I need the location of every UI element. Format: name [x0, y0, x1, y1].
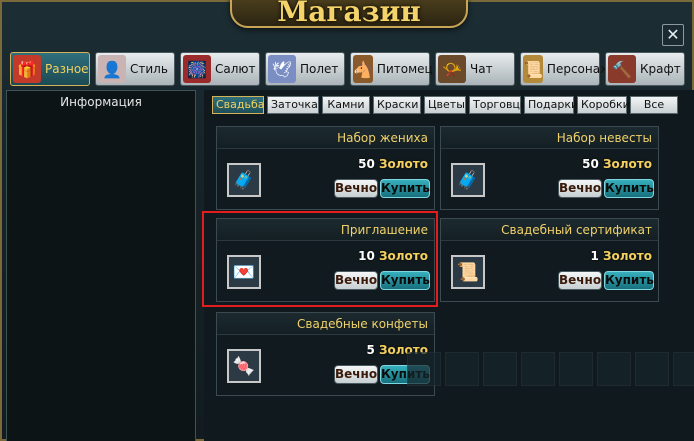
category-label: Персонаж: [546, 62, 611, 76]
item-actions: Вечно Купить: [334, 179, 430, 198]
item-price: 10 Золото: [358, 249, 428, 263]
info-panel-title: Информация: [60, 95, 142, 109]
subtab-boxes[interactable]: Коробки: [577, 96, 630, 114]
price-amount: 5: [366, 343, 375, 357]
inventory-slot: [521, 352, 555, 386]
category-label: Питомец: [376, 62, 433, 76]
shop-window: Магазин ✕ 🎁 Разное 👤 Стиль 🎆 Салют 🕊 Пол…: [0, 0, 694, 441]
subtab-gems[interactable]: Камни: [322, 96, 370, 114]
item-actions: Вечно Купить: [558, 271, 654, 290]
shop-item-card: Приглашение 💌 10 Золото Вечно Купить: [216, 218, 435, 302]
inventory-slot: [445, 352, 479, 386]
forever-button[interactable]: Вечно: [334, 271, 378, 290]
subtab-dyes[interactable]: Краски: [373, 96, 421, 114]
price-amount: 50: [358, 157, 375, 171]
certificate-icon: 📜: [451, 255, 485, 289]
forever-button[interactable]: Вечно: [558, 179, 602, 198]
item-price: 50 Золото: [358, 157, 428, 171]
price-amount: 1: [590, 249, 599, 263]
buy-button[interactable]: Купить: [380, 179, 430, 198]
info-panel: Информация: [6, 90, 196, 441]
category-tab-style[interactable]: 👤 Стиль: [95, 52, 175, 86]
item-name: Свадебный сертификат: [441, 219, 658, 241]
item-price: 50 Золото: [582, 157, 652, 171]
shop-item-card: Свадебный сертификат 📜 1 Золото Вечно Ку…: [440, 218, 659, 302]
inventory-slot: [483, 352, 517, 386]
price-amount: 50: [582, 157, 599, 171]
buy-button[interactable]: Купить: [604, 179, 654, 198]
item-name: Приглашение: [217, 219, 434, 241]
item-price: 1 Золото: [590, 249, 652, 263]
category-tab-pet[interactable]: 🐴 Питомец: [350, 52, 433, 86]
price-amount: 10: [358, 249, 375, 263]
subtab-flowers[interactable]: Цветы: [424, 96, 466, 114]
buy-button[interactable]: Купить: [380, 271, 430, 290]
close-button[interactable]: ✕: [662, 24, 684, 46]
candy-icon: 🍬: [227, 349, 261, 383]
forever-button[interactable]: Вечно: [558, 271, 602, 290]
forever-button[interactable]: Вечно: [334, 179, 378, 198]
category-tab-flight[interactable]: 🕊 Полет: [265, 52, 345, 86]
horse-icon: 🐴: [353, 55, 373, 83]
item-actions: Вечно Купить: [334, 271, 430, 290]
subtab-gifts[interactable]: Подарки: [524, 96, 578, 114]
category-bar: 🎁 Разное 👤 Стиль 🎆 Салют 🕊 Полет 🐴 Питом…: [10, 52, 688, 88]
category-tab-fireworks[interactable]: 🎆 Салют: [180, 52, 260, 86]
window-title-plate: Магазин: [230, 0, 468, 28]
forever-button[interactable]: Вечно: [334, 365, 378, 384]
wings-icon: 🕊: [268, 55, 296, 83]
inventory-slot: [673, 352, 694, 386]
subcategory-tabs: Свадьба Заточка Камни Краски Цветы Торго…: [212, 96, 678, 116]
shop-item-card: Набор невесты 🧳 50 Золото Вечно Купить: [440, 126, 659, 210]
price-currency: Золото: [378, 157, 428, 171]
invitation-icon: 💌: [227, 255, 261, 289]
subtab-enhancement[interactable]: Заточка: [267, 96, 319, 114]
inventory-slot: [559, 352, 593, 386]
window-title: Магазин: [277, 0, 421, 28]
category-label: Чат: [470, 62, 493, 76]
background-inventory: [407, 352, 694, 441]
buy-button[interactable]: Купить: [604, 271, 654, 290]
inventory-slot: [597, 352, 631, 386]
chest-icon: 🧳: [451, 163, 485, 197]
inventory-slot: [407, 352, 441, 386]
outfit-icon: 👤: [98, 55, 126, 83]
price-currency: Золото: [378, 249, 428, 263]
price-currency: Золото: [602, 157, 652, 171]
category-label: Полет: [300, 62, 339, 76]
firework-icon: 🎆: [183, 55, 211, 83]
category-label: Стиль: [130, 62, 168, 76]
subtab-merchants[interactable]: Торговцы: [469, 96, 529, 114]
item-name: Свадебные конфеты: [217, 313, 434, 335]
horn-icon: 📯: [438, 55, 466, 83]
category-label: Крафт: [640, 62, 681, 76]
inventory-slot: [635, 352, 669, 386]
item-name: Набор жениха: [217, 127, 434, 149]
hammer-icon: 🔨: [608, 55, 636, 83]
category-label: Разное: [45, 62, 89, 76]
subtab-wedding[interactable]: Свадьба: [212, 96, 265, 114]
item-actions: Вечно Купить: [558, 179, 654, 198]
category-tab-chat[interactable]: 📯 Чат: [435, 52, 515, 86]
shop-item-card: Набор жениха 🧳 50 Золото Вечно Купить: [216, 126, 435, 210]
price-currency: Золото: [602, 249, 652, 263]
category-label: Салют: [215, 62, 256, 76]
category-tab-misc[interactable]: 🎁 Разное: [10, 52, 90, 86]
category-tab-character[interactable]: 📜 Персонаж: [520, 52, 611, 86]
item-name: Набор невесты: [441, 127, 658, 149]
shop-item-card: Свадебные конфеты 🍬 5 Золото Вечно Купит…: [216, 312, 435, 396]
chest-icon: 🧳: [227, 163, 261, 197]
scroll-icon: 📜: [523, 55, 543, 83]
gift-icon: 🎁: [13, 55, 41, 83]
category-tab-craft[interactable]: 🔨 Крафт: [605, 52, 685, 86]
subtab-all[interactable]: Все: [630, 96, 678, 114]
